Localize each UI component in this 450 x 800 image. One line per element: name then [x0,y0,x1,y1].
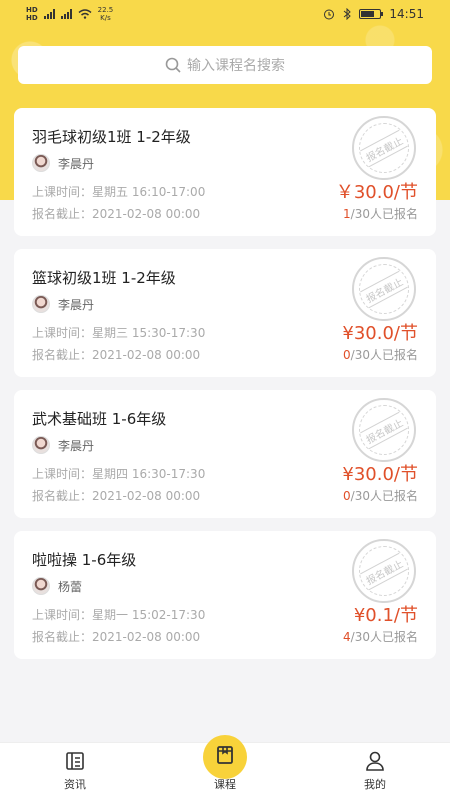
time-value: 星期五 16:10-17:00 [92,185,206,199]
teacher-name: 杨蕾 [58,579,83,594]
course-card[interactable]: 篮球初级1班 1-2年级 李晨丹 上课时间：星期三 15:30-17:30 报名… [14,249,436,377]
enrolled-number: 1 [343,207,351,221]
profile-icon [366,751,384,771]
news-icon [66,752,84,770]
course-card[interactable]: 啦啦操 1-6年级 杨蕾 上课时间：星期一 15:02-17:30 报名截止：2… [14,531,436,659]
signal-icon [43,9,55,19]
search-input[interactable]: 输入课程名搜索 [18,46,432,84]
course-time: 上课时间：星期三 15:30-17:30 [32,324,205,341]
course-time: 上课时间：星期四 16:30-17:30 [32,465,205,482]
network-speed: 22.5 K/s [98,6,114,22]
bottom-tab-bar: 资讯 课程 我的 [0,735,450,800]
stamp-text: 报名截止 [360,552,408,590]
course-time: 上课时间：星期五 16:10-17:00 [32,183,205,200]
deadline-value: 2021-02-08 00:00 [92,489,201,503]
enroll-suffix: /30人已报名 [350,489,418,503]
enroll-suffix: /30人已报名 [350,207,418,221]
tab-course-bubble [203,735,247,779]
deadline-stamp: 报名截止 [352,116,416,180]
deadline-label: 报名截止： [32,348,93,362]
signal-icon-2 [60,9,72,19]
network-speed-value: 22.5 [97,6,114,14]
course-price: ¥30.0/节 [342,464,418,485]
search-placeholder: 输入课程名搜索 [187,58,285,74]
status-time: 14:51 [389,7,424,21]
enrolled-number: 0 [343,348,351,362]
enrolled-number: 0 [343,489,351,503]
status-bar: HD HD 22.5 K/s 14:51 [0,0,450,28]
tab-label: 我的 [364,778,386,791]
time-label: 上课时间： [32,608,93,622]
time-value: 星期三 15:30-17:30 [92,326,206,340]
avatar [32,295,50,313]
stamp-text: 报名截止 [360,270,408,308]
course-deadline: 报名截止：2021-02-08 00:00 [32,628,200,645]
time-value: 星期四 16:30-17:30 [92,467,206,481]
enroll-suffix: /30人已报名 [350,348,418,362]
course-card[interactable]: 羽毛球初级1班 1-2年级 李晨丹 上课时间：星期五 16:10-17:00 报… [14,108,436,236]
time-label: 上课时间： [32,467,93,481]
status-left: HD HD 22.5 K/s [26,6,113,22]
course-deadline: 报名截止：2021-02-08 00:00 [32,487,200,504]
course-deadline: 报名截止：2021-02-08 00:00 [32,346,200,363]
time-value: 星期一 15:02-17:30 [92,608,206,622]
tab-course[interactable]: 课程 [150,735,300,800]
enrolled-number: 4 [343,630,351,644]
enroll-count: 0/30人已报名 [343,346,418,363]
hd-indicator: HD HD [26,6,38,22]
course-price: ¥30.0/节 [342,323,418,344]
deadline-value: 2021-02-08 00:00 [92,348,201,362]
course-teacher: 李晨丹 [32,295,94,313]
teacher-name: 李晨丹 [58,297,95,312]
tab-profile[interactable]: 我的 [300,743,450,800]
deadline-value: 2021-02-08 00:00 [92,207,201,221]
deadline-label: 报名截止： [32,207,93,221]
course-title: 武术基础班 1-6年级 [32,410,167,428]
course-deadline: 报名截止：2021-02-08 00:00 [32,205,200,222]
course-title: 羽毛球初级1班 1-2年级 [32,128,191,146]
bluetooth-icon [344,8,352,20]
time-label: 上课时间： [32,185,93,199]
course-teacher: 李晨丹 [32,436,94,454]
deadline-stamp: 报名截止 [352,539,416,603]
course-teacher: 李晨丹 [32,154,94,172]
enroll-count: 0/30人已报名 [343,487,418,504]
course-title: 篮球初级1班 1-2年级 [32,269,176,287]
status-right: 14:51 [323,7,424,21]
course-time: 上课时间：星期一 15:02-17:30 [32,606,205,623]
deadline-stamp: 报名截止 [352,257,416,321]
teacher-name: 李晨丹 [58,156,95,171]
deadline-label: 报名截止： [32,630,93,644]
search-icon [165,57,181,73]
time-label: 上课时间： [32,326,93,340]
tab-news[interactable]: 资讯 [0,743,150,800]
enroll-suffix: /30人已报名 [350,630,418,644]
course-title: 啦啦操 1-6年级 [32,551,137,569]
course-teacher: 杨蕾 [32,577,82,595]
course-card[interactable]: 武术基础班 1-6年级 李晨丹 上课时间：星期四 16:30-17:30 报名截… [14,390,436,518]
enroll-count: 4/30人已报名 [343,628,418,645]
stamp-text: 报名截止 [360,411,408,449]
avatar [32,154,50,172]
tab-label: 资讯 [64,778,86,791]
course-price: ￥30.0/节 [335,182,418,203]
deadline-label: 报名截止： [32,489,93,503]
stamp-text: 报名截止 [360,129,408,167]
avatar [32,436,50,454]
teacher-name: 李晨丹 [58,438,95,453]
wifi-icon [78,9,92,19]
network-speed-unit: K/s [100,14,111,22]
course-price: ¥0.1/节 [353,605,418,626]
course-icon [217,746,233,764]
deadline-value: 2021-02-08 00:00 [92,630,201,644]
alarm-icon [324,9,335,20]
avatar [32,577,50,595]
battery-icon [359,9,384,19]
enroll-count: 1/30人已报名 [343,205,418,222]
deadline-stamp: 报名截止 [352,398,416,462]
